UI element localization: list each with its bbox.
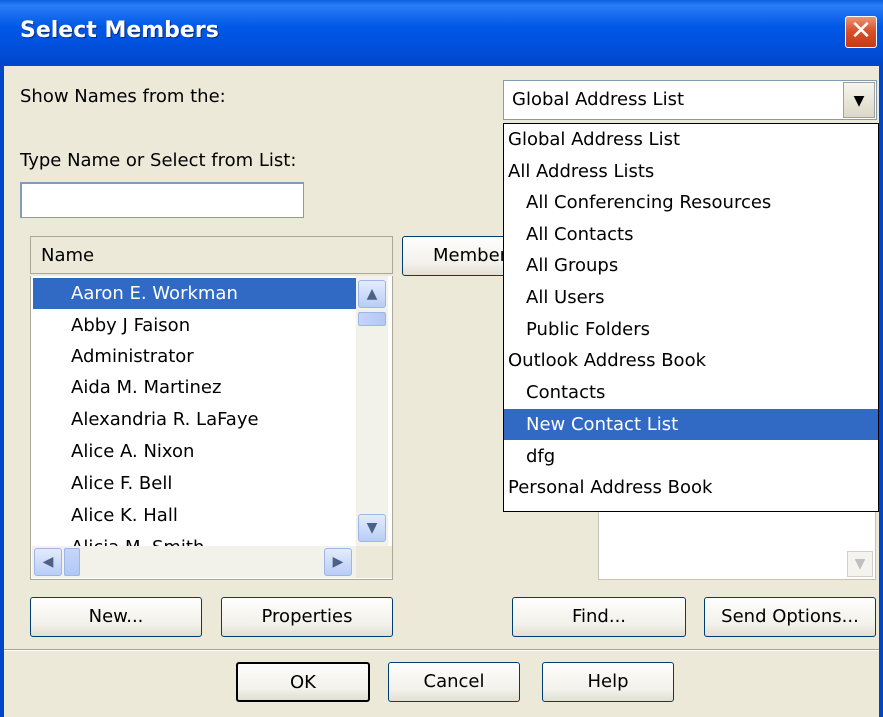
scroll-right-button[interactable]: ▶ — [324, 548, 352, 576]
list-item[interactable]: Alice F. Bell — [33, 468, 359, 499]
dropdown-option[interactable]: All Conferencing Resources — [504, 187, 878, 218]
dropdown-option[interactable]: Personal Address Book — [504, 472, 878, 503]
properties-button[interactable]: Properties — [221, 597, 393, 637]
chevron-left-icon: ◀ — [42, 554, 54, 570]
list-item[interactable]: Aaron E. Workman — [33, 278, 359, 309]
chevron-down-icon: ▼ — [853, 93, 865, 109]
list-item[interactable]: Abby J Faison — [33, 310, 359, 341]
members-list[interactable]: ▼ — [598, 510, 876, 580]
scroll-left-button[interactable]: ◀ — [34, 548, 62, 576]
horizontal-scroll-thumb[interactable] — [64, 548, 80, 576]
address-list-selected-value: Global Address List — [512, 89, 685, 110]
chevron-up-icon: ▲ — [366, 286, 378, 302]
dropdown-option[interactable]: All Contacts — [504, 219, 878, 250]
ok-button[interactable]: OK — [236, 662, 370, 702]
new-button[interactable]: New... — [30, 597, 202, 637]
dropdown-option[interactable]: dfg — [504, 441, 878, 472]
name-list-horizontal-scrollbar[interactable]: ◀ ▶ — [32, 546, 356, 578]
title-bar: Select Members ✕ — [0, 0, 883, 66]
address-list-combobox[interactable]: Global Address List ▼ — [503, 80, 877, 120]
search-input[interactable] — [20, 182, 304, 218]
dropdown-option[interactable]: All Users — [504, 282, 878, 313]
name-list-vertical-scrollbar[interactable]: ▲ ▼ — [356, 276, 388, 546]
name-column-header-label: Name — [41, 245, 95, 266]
scroll-up-button[interactable]: ▲ — [358, 280, 386, 308]
send-options-button[interactable]: Send Options... — [704, 597, 876, 637]
name-list[interactable]: Aaron E. Workman Abby J Faison Administr… — [30, 276, 393, 580]
show-names-label: Show Names from the: — [20, 86, 226, 107]
window-frame-left — [0, 66, 4, 717]
window-frame-right — [879, 66, 883, 717]
dropdown-option[interactable]: Outlook Address Book — [504, 345, 878, 376]
dropdown-option-highlighted[interactable]: New Contact List — [504, 409, 878, 440]
name-column-header[interactable]: Name — [30, 236, 393, 274]
list-item[interactable]: Aida M. Martinez — [33, 372, 359, 403]
vertical-scroll-thumb[interactable] — [358, 312, 386, 326]
list-item[interactable]: Alice K. Hall — [33, 500, 359, 531]
list-item[interactable]: Alice A. Nixon — [33, 436, 359, 467]
address-list-dropdown[interactable]: Global Address List All Address Lists Al… — [503, 123, 879, 512]
chevron-down-icon: ▼ — [366, 520, 378, 536]
close-button[interactable]: ✕ — [845, 16, 877, 48]
close-icon: ✕ — [850, 16, 872, 46]
dropdown-option[interactable]: All Address Lists — [504, 156, 878, 187]
find-button[interactable]: Find... — [512, 597, 686, 637]
button-separator — [4, 649, 879, 651]
dropdown-option[interactable]: Global Address List — [504, 124, 878, 155]
cancel-button[interactable]: Cancel — [388, 662, 520, 702]
window-title: Select Members — [20, 18, 219, 43]
chevron-right-icon: ▶ — [332, 554, 344, 570]
list-item[interactable]: Alexandria R. LaFaye — [33, 404, 359, 435]
members-scroll-down-button[interactable]: ▼ — [847, 551, 873, 577]
dropdown-option[interactable]: Public Folders — [504, 314, 878, 345]
dropdown-option[interactable]: All Groups — [504, 250, 878, 281]
dropdown-option[interactable]: Contacts — [504, 377, 878, 408]
scroll-down-button[interactable]: ▼ — [358, 514, 386, 542]
list-item[interactable]: Administrator — [33, 341, 359, 372]
scrollbar-corner — [356, 546, 392, 578]
search-label: Type Name or Select from List: — [20, 150, 297, 171]
chevron-down-icon: ▼ — [854, 556, 866, 572]
combobox-arrow-button[interactable]: ▼ — [843, 82, 875, 118]
help-button[interactable]: Help — [542, 662, 674, 702]
